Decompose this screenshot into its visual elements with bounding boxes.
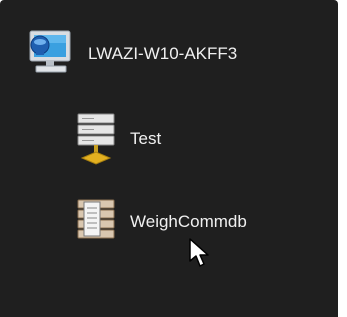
- tree-node-database-weighcommdb[interactable]: WeighCommdb: [72, 196, 247, 248]
- database-document-icon: [72, 196, 120, 248]
- database-label-weighcommdb: WeighCommdb: [130, 212, 247, 231]
- server-name-label: LWAZI-W10-AKFF3: [88, 44, 238, 63]
- tree-node-database-test[interactable]: Test: [72, 112, 161, 166]
- tree-node-server[interactable]: LWAZI-W10-AKFF3: [26, 28, 237, 80]
- mouse-pointer-icon: [188, 237, 212, 269]
- database-label-test: Test: [130, 129, 162, 148]
- database-server-icon: [72, 112, 120, 166]
- object-explorer-tree: LWAZI-W10-AKFF3 Test WeighCommdb: [0, 0, 338, 317]
- computer-monitor-icon: [26, 28, 78, 80]
